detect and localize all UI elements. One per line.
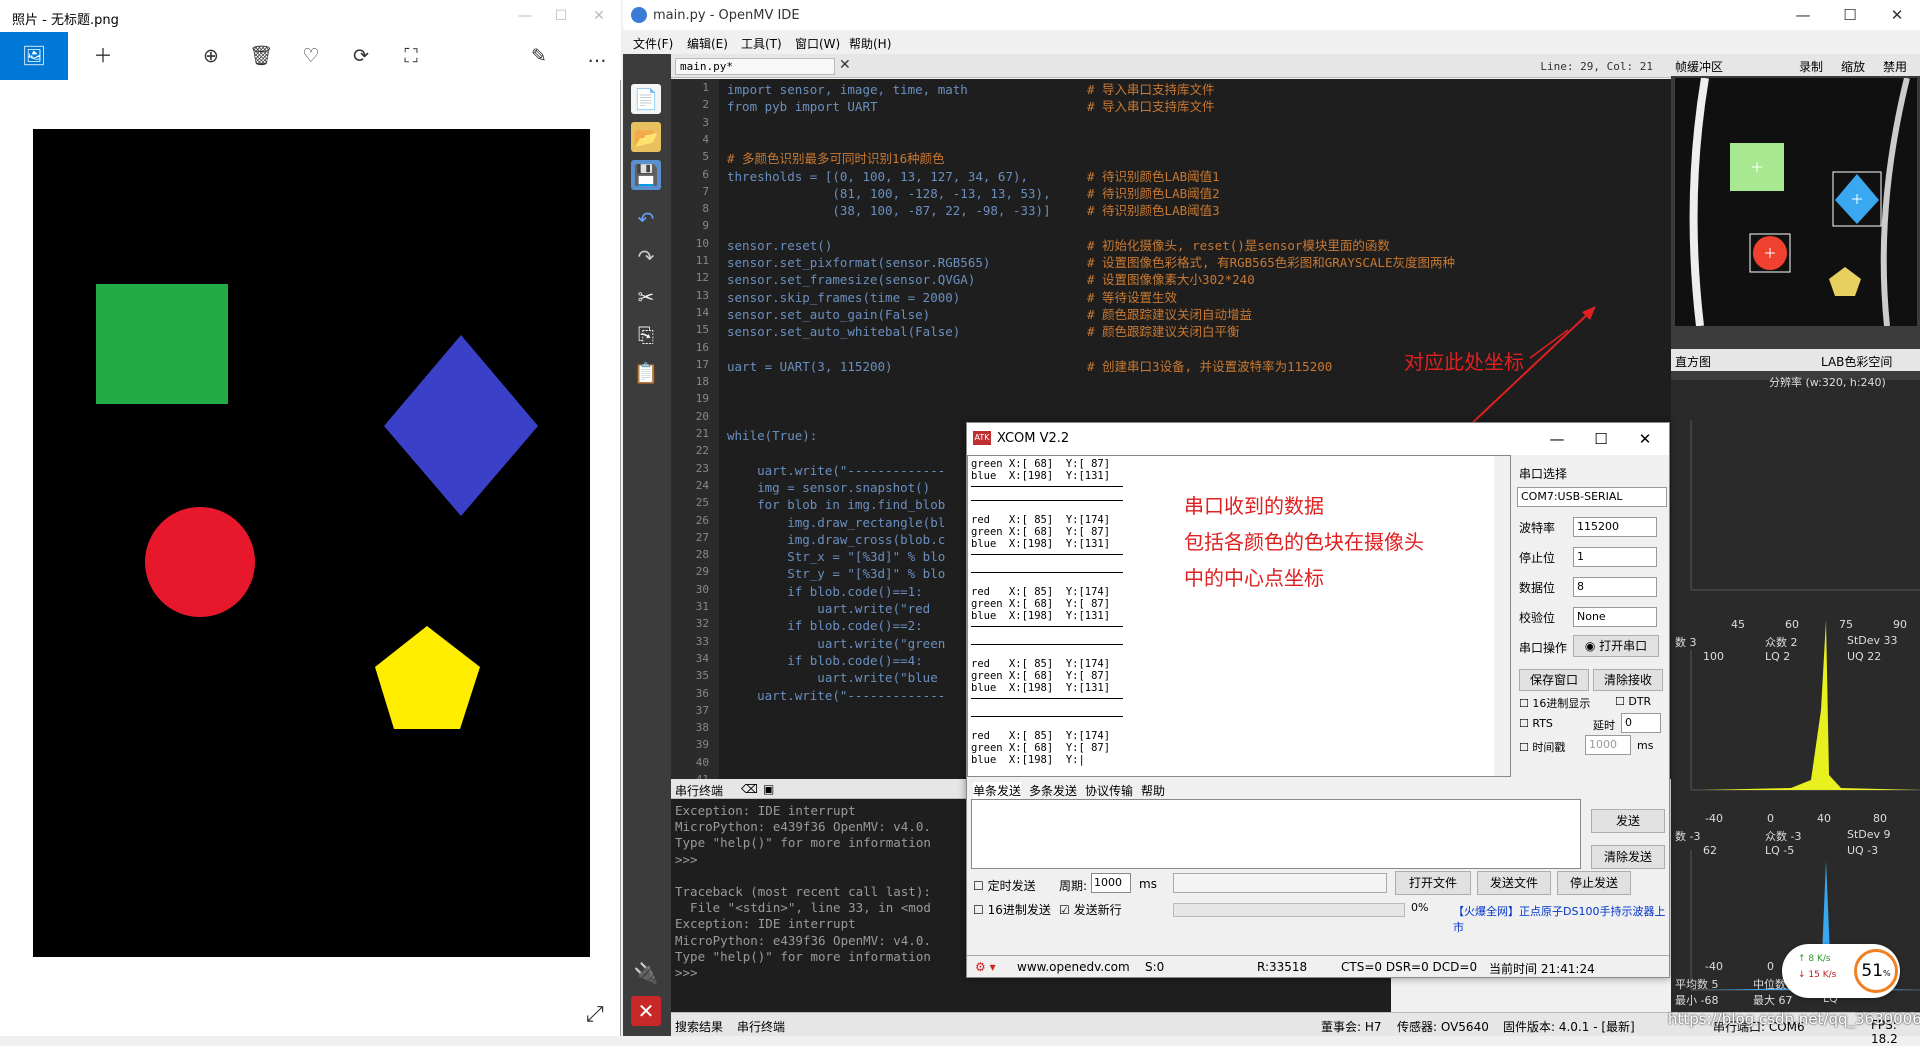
send-tabs: 单条发送 多条发送 协议传输 帮助 [967,779,1669,799]
download-speed-value: 15 K/s [1808,970,1837,980]
cpu-pct: % [1883,969,1891,978]
recv-separator [971,572,1123,573]
xcom-logo-icon: ATK [973,431,991,445]
baud-select[interactable]: 115200 [1573,517,1657,537]
open-port-label: 打开串口 [1599,639,1648,653]
progress-label: 0% [1411,901,1429,914]
data-select[interactable]: 8 [1573,577,1657,597]
save-window-button[interactable]: 保存窗口 [1519,669,1589,691]
open-port-button[interactable]: ◉ 打开串口 [1573,635,1659,657]
xcom-titlebar: ATK XCOM V2.2 — ☐ ✕ [967,423,1669,455]
rts-checkbox[interactable]: ☐ RTS [1519,717,1553,730]
recv-scrollbar[interactable] [1494,456,1510,776]
recv-block: red X:[ 85] Y:[174] green X:[ 68] Y:[ 87… [971,658,1111,694]
clear-recv-button[interactable]: 清除接收 [1593,669,1663,691]
recv-separator [971,626,1123,627]
xcom-window: ATK XCOM V2.2 — ☐ ✕ green X:[ 68] Y:[ 87… [966,422,1670,978]
send-button[interactable]: 发送 [1591,809,1665,833]
tab-multi-send[interactable]: 多条发送 [1029,782,1077,799]
clear-send-button[interactable]: 清除发送 [1591,845,1665,869]
recv-block: green X:[ 68] Y:[ 87] blue X:[198] Y:[13… [971,458,1111,482]
recv-separator [971,554,1123,555]
signal-status: CTS=0 DSR=0 DCD=0 [1341,960,1478,974]
settings-gear-icon[interactable]: ⚙ ▾ [975,960,996,974]
tab-protocol[interactable]: 协议传输 [1085,782,1133,799]
current-time: 当前时间 21:41:24 [1489,962,1595,976]
watermark: https://blog.csdn.net/qq_36300069 [1668,1010,1920,1028]
send-input[interactable] [971,799,1581,869]
recv-separator [971,500,1123,501]
minimize-button[interactable]: — [1537,427,1577,451]
timed-send-checkbox[interactable]: ☐ 定时发送 [973,877,1036,894]
recv-block: red X:[ 85] Y:[174] green X:[ 68] Y:[ 87… [971,586,1111,622]
open-file-button[interactable]: 打开文件 [1395,871,1471,895]
recv-block: red X:[ 85] Y:[174] green X:[ 68] Y:[ 87… [971,514,1111,550]
hex-display-checkbox[interactable]: ☐ 16进制显示 [1519,695,1590,711]
cpu-usage: 51% [1854,949,1898,993]
op-label: 串口操作 [1519,641,1568,655]
parity-select[interactable]: None [1573,607,1657,627]
send-progress-bar [1173,903,1405,917]
send-newline-checkbox[interactable]: ☑ 发送新行 [1059,901,1122,918]
upload-speed-value: 8 K/s [1808,954,1831,964]
cpu-value: 51 [1861,961,1884,981]
delay-select[interactable]: 0 [1621,713,1661,733]
port-select[interactable]: COM7:USB-SERIAL [1517,487,1667,507]
annotation-desc2: 包括各颜色的色块在摄像头 [1184,530,1424,554]
period-label: 周期: [1059,879,1088,893]
close-button[interactable]: ✕ [1625,427,1665,451]
hex-send-checkbox[interactable]: ☐ 16进制发送 [973,901,1051,918]
tab-single-send[interactable]: 单条发送 [973,782,1022,799]
dtr-label: DTR [1628,695,1652,708]
upload-speed: ↑ 8 K/s [1798,954,1831,964]
baud-label: 波特率 [1519,521,1556,535]
annotation-desc3: 中的中心点坐标 [1184,566,1324,590]
hex-display-label: 16进制显示 [1532,697,1591,710]
period-input[interactable]: 1000 [1091,873,1131,893]
timestamp-input[interactable]: 1000 [1585,735,1631,755]
xcom-title: XCOM V2.2 [997,431,1070,446]
data-label: 数据位 [1519,581,1556,595]
timed-send-label: 定时发送 [987,879,1036,893]
file-path-input[interactable] [1173,873,1387,893]
download-speed: ↓ 15 K/s [1798,970,1837,980]
recv-separator [971,644,1123,645]
network-speed-widget[interactable]: ↑ 8 K/s ↓ 15 K/s 51% [1782,944,1900,998]
parity-label: 校验位 [1519,611,1556,625]
receive-area[interactable]: green X:[ 68] Y:[ 87] blue X:[198] Y:[13… [967,455,1511,777]
stop-send-button[interactable]: 停止发送 [1557,871,1631,895]
xcom-statusbar: ⚙ ▾ www.openedv.com S:0 R:33518 CTS=0 DS… [967,955,1669,977]
send-file-button[interactable]: 发送文件 [1477,871,1551,895]
tab-help[interactable]: 帮助 [1141,782,1165,799]
send-newline-label: 发送新行 [1073,903,1122,917]
recv-separator [971,698,1123,699]
annotation-desc1: 串口收到的数据 [1184,494,1324,518]
annotation-target: 对应此处坐标 [1404,350,1524,374]
delay-label: 延时 [1593,719,1615,732]
period-ms-label: ms [1139,877,1157,891]
promo-link[interactable]: 【火爆全网】正点原子DS100手持示波器上市 [1453,903,1669,935]
recv-count: R:33518 [1257,960,1308,974]
recv-block: red X:[ 85] Y:[174] green X:[ 68] Y:[ 87… [971,730,1111,766]
send-count: S:0 [1145,960,1165,974]
port-label: 串口选择 [1519,467,1568,481]
rts-label: RTS [1532,717,1553,730]
recv-separator [971,716,1123,717]
dtr-checkbox[interactable]: ☐ DTR [1615,695,1651,708]
ms-label: ms [1637,739,1654,752]
recv-separator [971,486,1123,487]
timestamp-checkbox[interactable]: ☐ 时间戳 [1519,739,1565,755]
hex-send-label: 16进制发送 [987,903,1051,917]
site-label[interactable]: www.openedv.com [1017,960,1130,974]
maximize-button[interactable]: ☐ [1581,427,1621,451]
serial-settings: 串口选择 COM7:USB-SERIAL 波特率 115200 停止位 1 数据… [1515,455,1669,777]
timestamp-label: 时间戳 [1532,741,1566,754]
stop-select[interactable]: 1 [1573,547,1657,567]
stop-label: 停止位 [1519,551,1556,565]
